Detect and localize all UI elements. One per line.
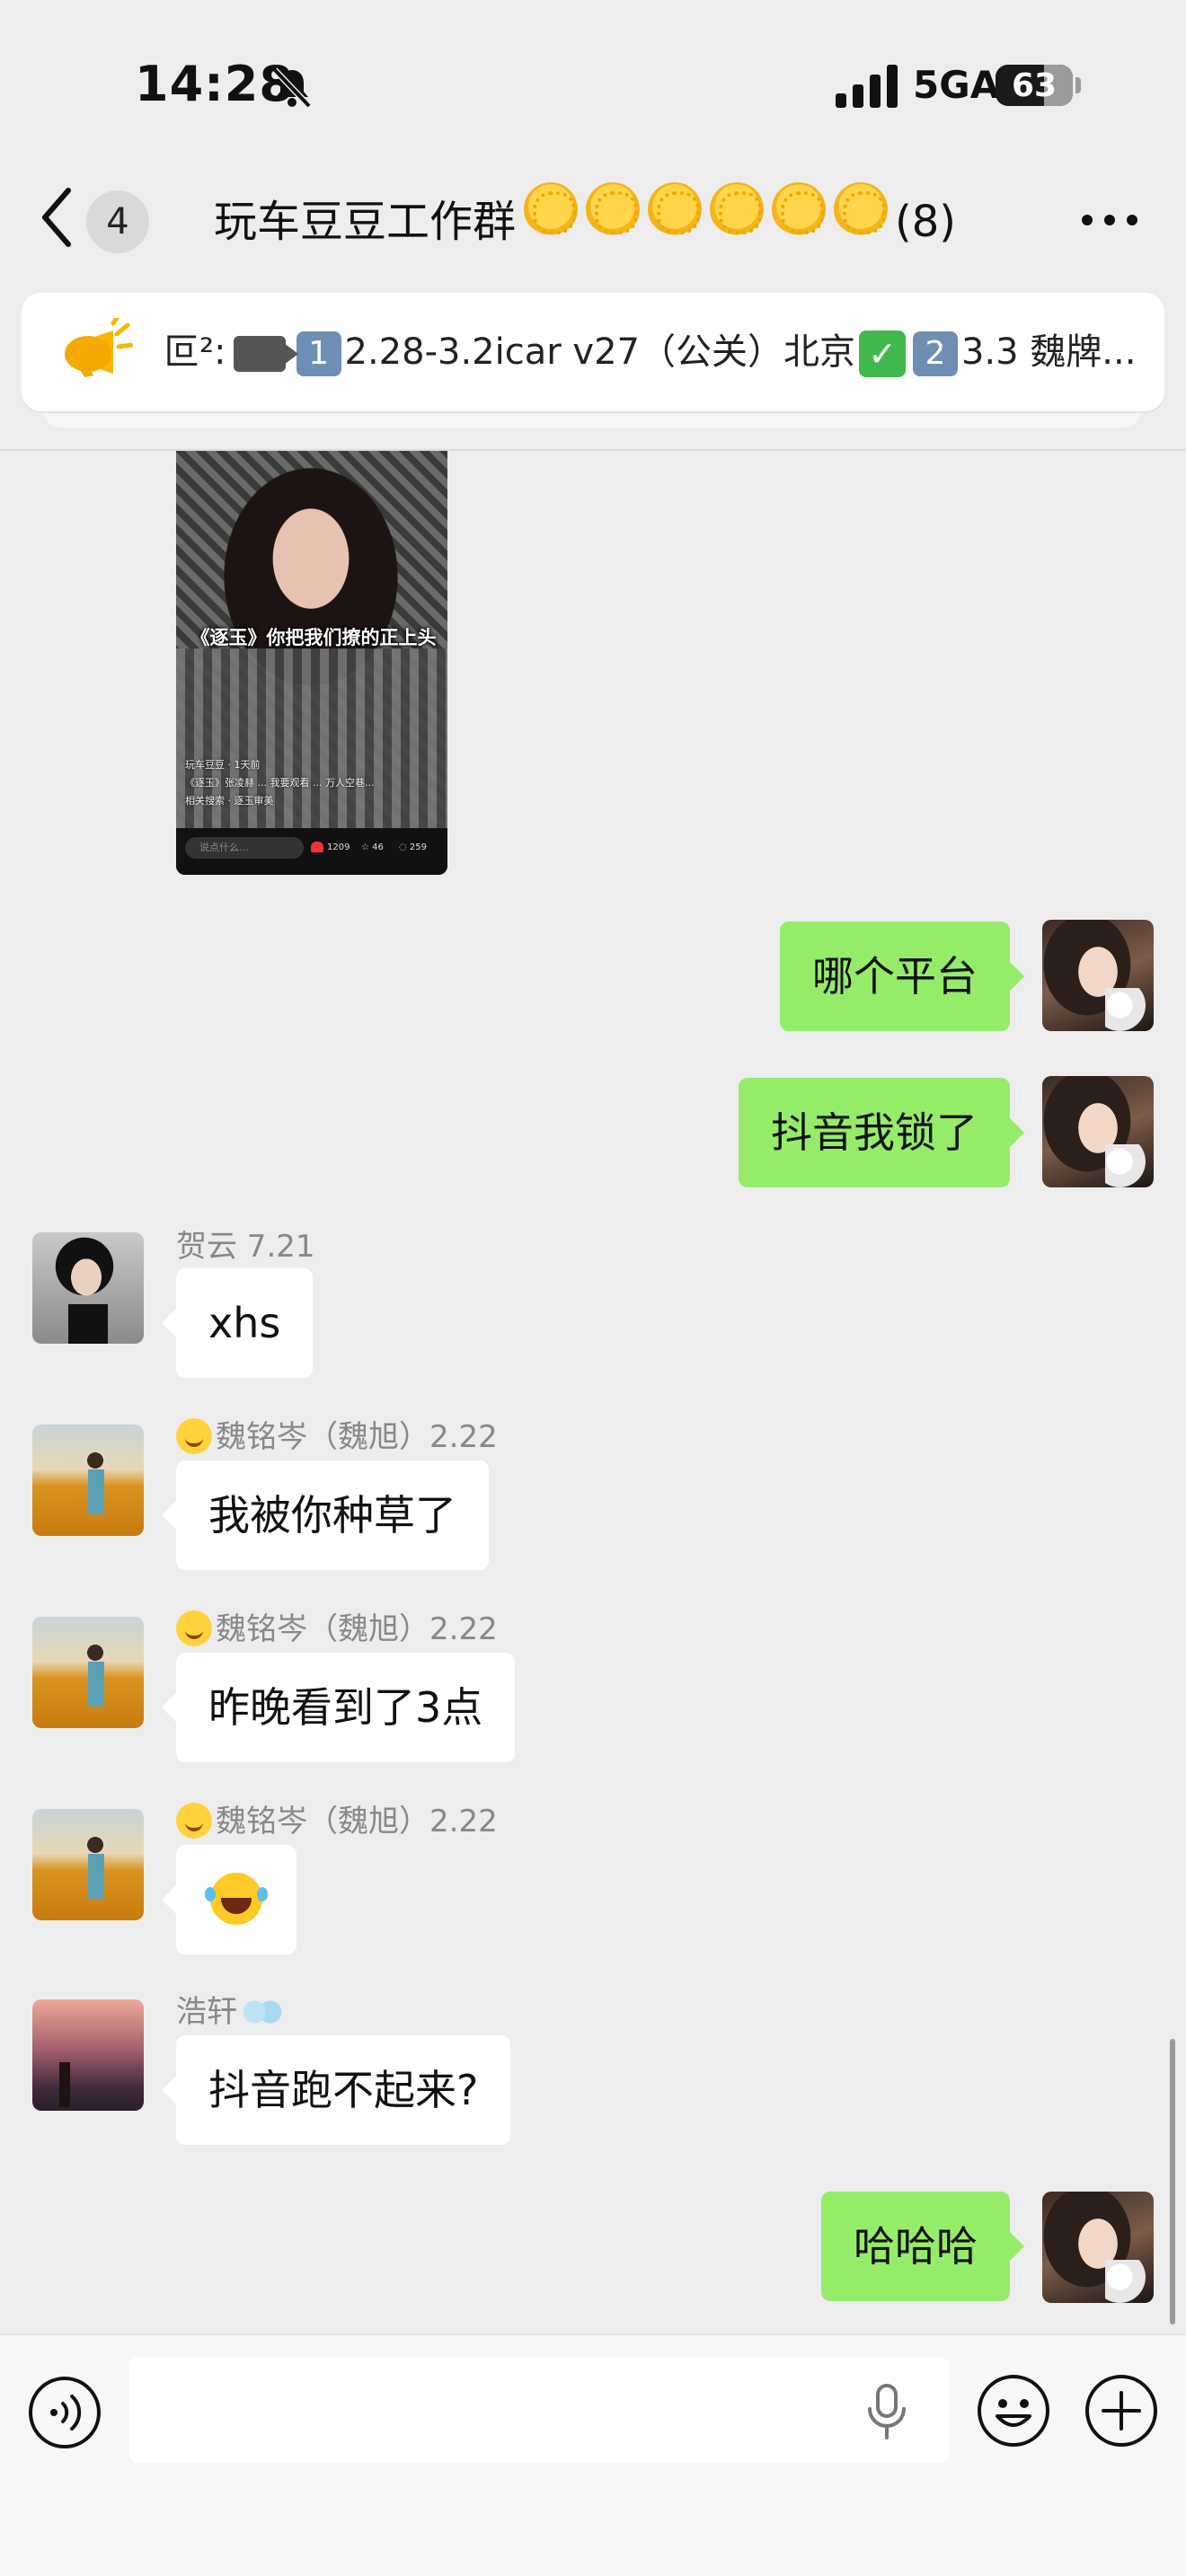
star-icon: ☆ (361, 842, 369, 852)
avatar[interactable] (32, 1809, 144, 1920)
dash-puff-emoji-icon (243, 1997, 282, 2027)
emoji-icon[interactable] (976, 2373, 1051, 2448)
message-bubble-incoming[interactable]: 昨晚看到了3点 (161, 1653, 516, 1762)
avatar[interactable] (1042, 2192, 1154, 2303)
microphone-icon[interactable] (864, 2384, 909, 2439)
sun-face-emoji-icon (834, 182, 889, 236)
sender-name: 贺云 7.21 (176, 1229, 315, 1265)
avatar[interactable] (32, 1617, 144, 1728)
sender-name-text: 浩轩 (176, 1994, 237, 2030)
member-count: (8) (895, 197, 957, 247)
signal-bars-icon (836, 65, 898, 108)
video-caption: 《逐玉》你把我们撩的正上头 (190, 627, 437, 648)
sender-name-text: 魏铭岑（魏旭）2.22 (216, 1804, 498, 1839)
sun-face-emoji-icon (524, 182, 579, 236)
checkmark-icon: ✓ (858, 331, 906, 377)
message-bubble-outgoing[interactable]: 哪个平台 (780, 922, 1024, 1031)
laughing-tears-emoji-icon (205, 1873, 262, 1925)
sun-face-emoji-icon (586, 182, 641, 236)
video-comment-input: 说点什么... (185, 837, 304, 859)
message-bubble-incoming[interactable] (162, 1845, 296, 1954)
sender-name-text: 魏铭岑（魏旭）2.22 (216, 1419, 498, 1455)
sender-name: 魏铭岑（魏旭）2.22 (176, 1796, 498, 1840)
network-type: 5GA (913, 63, 1000, 107)
avatar[interactable] (32, 1425, 144, 1536)
video-comments-count: 259 (409, 842, 428, 852)
sender-name: 浩轩 (176, 1987, 282, 2031)
input-bar (0, 2333, 1186, 2576)
plus-icon[interactable] (1084, 2373, 1159, 2448)
video-likes-count: 1209 (327, 842, 350, 852)
camera-icon (233, 336, 298, 372)
video-author: 玩车豆豆 · 1天前 (185, 759, 261, 771)
announcement-text: 叵²: 1 2.28-3.2icar v27（公关）北京 ✓ 2 3.3 魏牌... (164, 293, 1152, 411)
avatar[interactable] (1042, 1076, 1154, 1187)
bell-muted-icon (272, 67, 312, 109)
sun-face-emoji-icon (648, 182, 703, 236)
video-favorites-count: 46 (372, 842, 384, 852)
smile-emoji-icon (176, 1610, 212, 1646)
battery-cap (1075, 77, 1081, 93)
sun-face-emoji-icon (772, 182, 827, 236)
message-input[interactable] (129, 2357, 949, 2463)
battery-level: 63 (1011, 67, 1058, 104)
message-bubble-incoming[interactable]: xhs (161, 1268, 314, 1378)
message-bubble-outgoing[interactable]: 哈哈哈 (821, 2192, 1024, 2301)
comment-icon: ◌ (399, 842, 407, 852)
sender-name: 魏铭岑（魏旭）2.22 (176, 1412, 498, 1456)
announcement-item-2: 3.3 魏牌... (960, 331, 1137, 373)
sender-name: 魏铭岑（魏旭）2.22 (176, 1604, 498, 1648)
chat-title: 玩车豆豆工作群 (8) (214, 181, 956, 262)
announcement-prefix: 叵²: (164, 331, 226, 373)
status-bar: 14:28 5GA 63 (0, 0, 1186, 171)
scrollbar[interactable] (1170, 2039, 1175, 2325)
message-bubble-outgoing[interactable]: 抖音我锁了 (739, 1078, 1024, 1187)
heart-icon (311, 842, 323, 852)
message-bubble-incoming[interactable]: 抖音跑不起来? (161, 2035, 511, 2145)
avatar[interactable] (1042, 920, 1154, 1031)
video-related: 相关搜索 · 逐玉审美 (185, 795, 274, 807)
avatar[interactable] (32, 1999, 144, 2111)
video-comments: ◌ 259 (399, 839, 427, 857)
title-emojis (516, 181, 889, 262)
smile-emoji-icon (176, 1418, 212, 1454)
pinned-announcement[interactable]: 叵²: 1 2.28-3.2icar v27（公关）北京 ✓ 2 3.3 魏牌... (22, 293, 1164, 411)
battery-icon: 63 (996, 65, 1073, 106)
keycap-2: 2 (912, 331, 958, 376)
back-chevron-icon[interactable] (40, 183, 75, 251)
chat-title-text: 玩车豆豆工作群 (214, 197, 517, 247)
message-bubble-incoming[interactable]: 我被你种草了 (162, 1460, 489, 1570)
announcement-item-1: 2.28-3.2icar v27（公关）北京 (344, 331, 855, 373)
video-description: 《逐玉》张凌赫 ... 我要观看 ... 万人空巷... (185, 777, 375, 789)
voice-icon[interactable] (27, 2375, 102, 2450)
video-likes: 1209 (311, 839, 350, 857)
video-favorites: ☆ 46 (361, 839, 384, 857)
unread-badge[interactable]: 4 (86, 190, 149, 253)
megaphone-icon (65, 318, 133, 377)
video-meta: 玩车豆豆 · 1天前 《逐玉》张凌赫 ... 我要观看 ... 万人空巷... … (185, 756, 441, 810)
sender-name-text: 魏铭岑（魏旭）2.22 (216, 1611, 498, 1647)
nav-bar: 4 玩车豆豆工作群 (8) (0, 171, 1186, 287)
more-dots-icon[interactable] (1078, 207, 1141, 234)
shared-video-card[interactable]: 《逐玉》你把我们撩的正上头 玩车豆豆 · 1天前 《逐玉》张凌赫 ... 我要观… (176, 451, 447, 875)
video-footer: 说点什么... 1209 ☆ 46 ◌ 259 (176, 828, 447, 875)
keycap-1: 1 (296, 331, 341, 376)
smile-emoji-icon (176, 1803, 212, 1839)
avatar[interactable] (32, 1232, 144, 1344)
sun-face-emoji-icon (710, 182, 765, 236)
